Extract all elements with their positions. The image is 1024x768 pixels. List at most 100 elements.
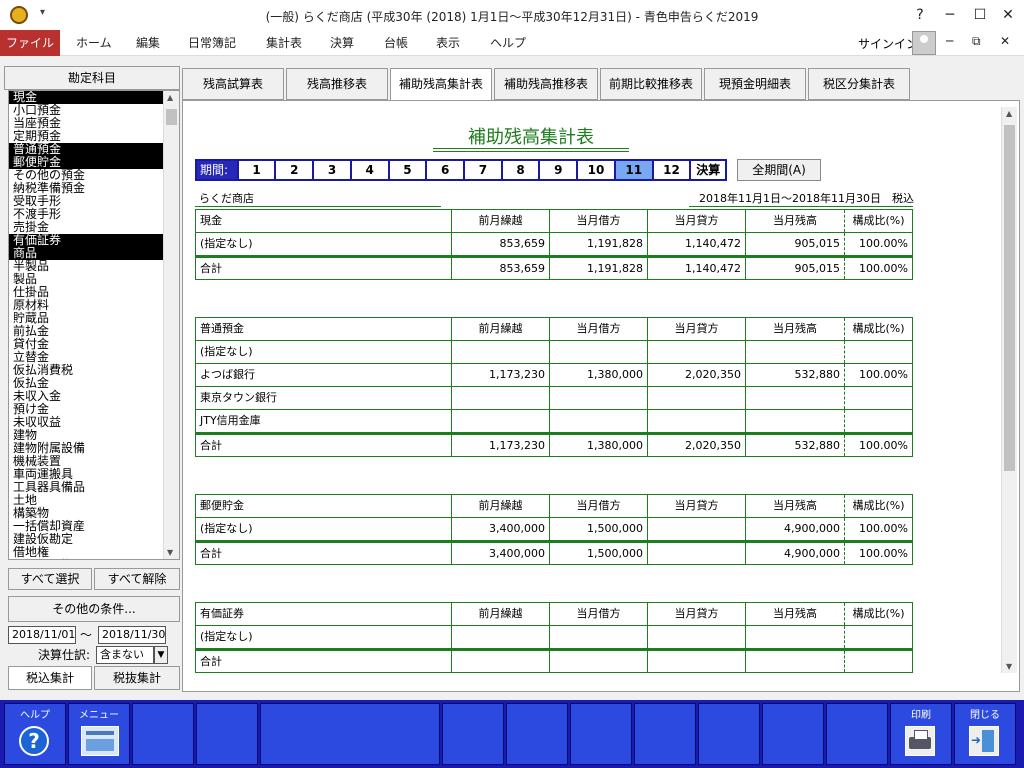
ribbon-close-button[interactable]: ✕ [1000,34,1010,48]
table-total-row[interactable]: 合計 [196,649,912,672]
scroll-up-icon[interactable]: ▲ [1006,109,1012,118]
table-total-row[interactable]: 合計 853,659 1,191,828 1,140,472 905,015 100.00… [196,256,912,279]
period-button[interactable]: 7 [463,161,501,179]
chevron-down-icon[interactable]: ▼ [154,646,168,664]
date-from-field[interactable]: 2018/11/01 [8,626,76,644]
function-key-empty[interactable] [698,703,760,765]
function-key-empty[interactable] [506,703,568,765]
title-underline [433,148,629,149]
signin-link[interactable]: サインイン [858,35,918,52]
scroll-down-icon[interactable]: ▼ [1006,662,1012,671]
help-button[interactable]: ヘルプ ? [4,703,66,765]
period-button[interactable]: 12 [651,161,690,179]
select-all-button[interactable]: すべて選択 [8,568,92,590]
maximize-button[interactable]: ☐ [968,4,992,26]
tab-year-comparison[interactable]: 前期比較推移表 [600,68,702,100]
table-header-row[interactable]: 郵便貯金 前月繰越 当月借方 当月貸方 当月残高 構成比(%) [196,495,912,518]
date-to-field[interactable]: 2018/11/30 [98,626,166,644]
period-button[interactable]: 8 [500,161,539,179]
menu-help[interactable]: ヘルプ [490,34,526,51]
function-key-empty[interactable] [442,703,504,765]
menu-closing[interactable]: 決算 [330,34,354,51]
table-total-row[interactable]: 合計 1,173,230 1,380,000 2,020,350 532,880 100.… [196,433,912,456]
other-conditions-button[interactable]: その他の条件... [8,596,180,622]
scroll-down-icon[interactable]: ▼ [167,548,173,557]
table-cell [648,341,746,363]
tab-sub-balance-trend[interactable]: 補助残高推移表 [494,68,598,100]
scroll-thumb[interactable] [166,109,177,125]
period-button[interactable]: 5 [387,161,426,179]
account-list-scrollbar[interactable]: ▲ ▼ [163,91,179,559]
table-row[interactable]: JTY信用金庫 [196,410,912,433]
print-button[interactable]: 印刷 [890,703,952,765]
all-period-button[interactable]: 全期間(A) [737,159,821,181]
tax-exclusive-tab[interactable]: 税抜集計 [94,666,180,690]
menu-file[interactable]: ファイル [0,30,60,56]
close-button[interactable]: 閉じる [954,703,1016,765]
menu-daily-bookkeeping[interactable]: 日常簿記 [188,34,236,51]
function-key-empty[interactable] [132,703,194,765]
table-cell: 1,140,472 [648,258,746,279]
account-list[interactable]: 現金 小口預金 当座預金 定期預金 普通預金 郵便貯金 その他の預金 納税準備預金 受取手形 不渡… [8,90,180,560]
table-total-row[interactable]: 合計 3,400,000 1,500,000 4,900,000 100.00% [196,541,912,564]
closing-entries-select[interactable]: 含まない [96,646,154,664]
table-row[interactable]: 東京タウン銀行 [196,387,912,410]
account-list-item[interactable]: 電話加入権 [13,559,73,560]
period-button[interactable]: 2 [274,161,312,179]
period-button[interactable]: 10 [576,161,614,179]
menu-ledger[interactable]: 台帳 [384,34,408,51]
function-key-empty[interactable] [826,703,888,765]
column-header: 前月繰越 [452,495,550,517]
table-cell: 100.00% [844,233,912,255]
table-header-row[interactable]: 現金 前月繰越 当月借方 当月貸方 当月残高 構成比(%) [196,210,912,233]
menu-summary[interactable]: 集計表 [266,34,302,51]
table-cell: 1,380,000 [550,364,648,386]
table-header-row[interactable]: 有価証券 前月繰越 当月借方 当月貸方 当月残高 構成比(%) [196,603,912,626]
period-button[interactable]: 9 [538,161,576,179]
tab-cash-deposit-detail[interactable]: 現預金明細表 [704,68,806,100]
period-button[interactable]: 11 [613,161,652,179]
table-row[interactable]: (指定なし) [196,626,912,649]
tab-trial-balance[interactable]: 残高試算表 [182,68,284,100]
tab-sub-balance-summary[interactable]: 補助残高集計表 [390,68,492,101]
table-row[interactable]: (指定なし) [196,341,912,364]
function-key-empty[interactable] [196,703,258,765]
period-button[interactable]: 3 [312,161,350,179]
period-button[interactable]: 6 [425,161,463,179]
period-button[interactable]: 決算 [689,161,725,179]
table-row[interactable]: よつば銀行 1,173,230 1,380,000 2,020,350 532,880 1… [196,364,912,387]
table-cell [550,410,648,432]
menu-edit[interactable]: 編集 [136,34,160,51]
function-key-empty[interactable] [762,703,824,765]
ribbon-minimize-button[interactable]: ─ [946,34,953,48]
menu-button[interactable]: メニュー [68,703,130,765]
tax-inclusive-tab[interactable]: 税込集計 [8,666,92,690]
tab-balance-trend[interactable]: 残高推移表 [286,68,388,100]
table-cell: 2,020,350 [648,435,746,456]
help-icon[interactable]: ? [908,4,932,26]
function-key-empty[interactable] [634,703,696,765]
deselect-all-button[interactable]: すべて解除 [94,568,180,590]
tab-tax-category-summary[interactable]: 税区分集計表 [808,68,910,100]
table-row[interactable]: (指定なし) 3,400,000 1,500,000 4,900,000 100.00% [196,518,912,541]
scroll-up-icon[interactable]: ▲ [167,93,173,102]
ribbon-restore-button[interactable]: ⧉ [972,34,981,49]
period-button[interactable]: 4 [349,161,388,179]
table-cell [452,410,550,432]
function-key-empty[interactable] [260,703,440,765]
table-header-row[interactable]: 普通預金 前月繰越 当月借方 当月貸方 当月残高 構成比(%) [196,318,912,341]
minimize-button[interactable]: ─ [938,4,962,26]
menu-view[interactable]: 表示 [436,34,460,51]
avatar[interactable] [912,31,936,55]
column-header: 構成比(%) [844,495,912,517]
table-row[interactable]: (指定なし) 853,659 1,191,828 1,140,472 905,015 10… [196,233,912,256]
function-key-empty[interactable] [570,703,632,765]
report-scrollbar[interactable]: ▲ ▼ [1001,107,1017,673]
row-label: 合計 [196,651,452,672]
table-cell: 905,015 [794,237,841,250]
print-button-label: 印刷 [911,710,931,721]
menu-home[interactable]: ホーム [76,34,112,51]
close-button[interactable]: ✕ [996,4,1020,26]
period-button[interactable]: 1 [236,161,275,179]
scroll-thumb[interactable] [1004,125,1015,471]
